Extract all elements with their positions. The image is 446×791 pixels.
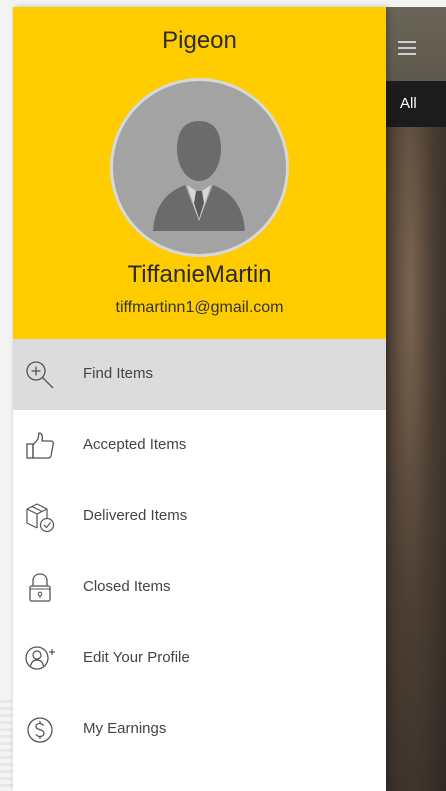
package-check-icon [26, 503, 55, 533]
menu-item-label: Accepted Items [83, 436, 187, 453]
menu-item-label: My Earnings [83, 720, 167, 737]
menu-item-delivered-items[interactable]: Delivered Items [13, 481, 386, 552]
tab-all[interactable]: All [400, 95, 417, 112]
menu-item-closed-items[interactable]: Closed Items [13, 552, 386, 623]
menu-item-edit-profile[interactable]: Edit Your Profile [13, 623, 386, 694]
user-plus-icon [25, 646, 55, 670]
user-silhouette-icon [153, 121, 245, 231]
user-email: tiffmartinn1@gmail.com [115, 299, 284, 316]
drawer-menu: Find Items Accepted Items Delivered Item… [13, 339, 386, 765]
avatar[interactable] [110, 78, 289, 257]
background-app[interactable]: All [386, 7, 446, 791]
menu-item-label: Edit Your Profile [83, 649, 190, 666]
background-app-tabbar: All [386, 81, 446, 127]
search-plus-icon [26, 361, 54, 389]
app-title: Pigeon [162, 27, 237, 54]
menu-item-label: Closed Items [83, 578, 171, 595]
hamburger-menu-icon[interactable] [398, 41, 416, 55]
user-name: TiffanieMartin [127, 261, 272, 288]
lock-icon [29, 573, 51, 602]
menu-item-accepted-items[interactable]: Accepted Items [13, 410, 386, 481]
menu-item-my-earnings[interactable]: My Earnings [13, 694, 386, 765]
dollar-circle-icon [27, 717, 53, 743]
menu-item-label: Find Items [83, 365, 154, 382]
thumbs-up-icon [26, 432, 55, 459]
menu-item-label: Delivered Items [83, 507, 188, 524]
menu-item-find-items[interactable]: Find Items [13, 339, 386, 410]
background-app-photo [386, 127, 446, 791]
navigation-drawer: Pigeon TiffanieMartin tiffmartinn1@gmail… [13, 7, 386, 791]
screen: All Pigeon TiffanieMartin tiffmartinn1@g… [0, 0, 446, 791]
drawer-header: Pigeon TiffanieMartin tiffmartinn1@gmail… [13, 7, 386, 339]
background-app-toolbar [386, 7, 446, 81]
